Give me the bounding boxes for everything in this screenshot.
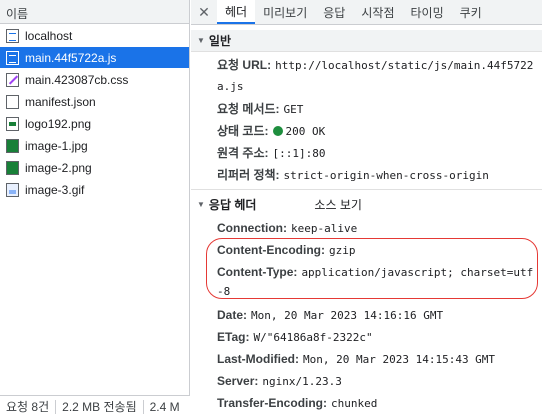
date-label: Date: xyxy=(217,308,248,322)
request-name: logo192.png xyxy=(25,116,92,131)
content-encoding-value: gzip xyxy=(328,244,356,257)
request-url-label: 요청 URL: xyxy=(217,58,272,72)
resources-size: 2.4 M xyxy=(149,399,180,414)
referrer-policy-label: 리퍼러 정책: xyxy=(217,168,280,182)
last-modified-value: Mon, 20 Mar 2023 14:15:43 GMT xyxy=(303,353,496,366)
etag-label: ETag: xyxy=(217,330,250,344)
request-row-main-css[interactable]: main.423087cb.css xyxy=(0,69,189,90)
status-code-label: 상태 코드: xyxy=(217,124,269,138)
referrer-policy-value: strict-origin-when-cross-origin xyxy=(283,169,489,182)
request-name: image-1.jpg xyxy=(25,138,88,153)
server-value: nginx/1.23.3 xyxy=(262,375,342,388)
last-modified-row: Last-Modified: Mon, 20 Mar 2023 14:15:43 … xyxy=(217,348,537,371)
tab-timing[interactable]: 타이밍 xyxy=(402,0,451,24)
request-name: main.423087cb.css xyxy=(25,72,129,87)
request-row-image-2[interactable]: image-2.png xyxy=(0,157,189,178)
tab-headers[interactable]: 헤더 xyxy=(217,0,256,24)
collapse-triangle-icon: ▼ xyxy=(197,199,205,209)
tab-initiator[interactable]: 시작점 xyxy=(353,0,402,24)
response-headers-title: 응답 헤더 xyxy=(208,197,257,212)
image-icon xyxy=(6,160,19,175)
remote-address-value: [::1]:80 xyxy=(272,147,326,160)
request-list-panel: 이름 localhost main.44f5722a.js main.42308… xyxy=(0,0,190,417)
content-encoding-row: Content-Encoding: gzip xyxy=(217,239,537,262)
connection-label: Connection: xyxy=(217,221,287,235)
request-name: localhost xyxy=(25,28,73,43)
view-source-link[interactable]: 소스 보기 xyxy=(314,196,362,213)
request-name: main.44f5722a.js xyxy=(25,50,117,65)
request-row-image-1[interactable]: image-1.jpg xyxy=(0,135,189,156)
remote-address-row: 원격 주소: [::1]:80 xyxy=(217,142,537,165)
request-row-logo192[interactable]: logo192.png xyxy=(0,113,189,134)
tab-response[interactable]: 응답 xyxy=(315,0,353,24)
request-url-value: http://localhost/static/js/main.44f5722 xyxy=(275,59,534,72)
close-icon[interactable]: ✕ xyxy=(191,0,217,24)
request-row-localhost[interactable]: localhost xyxy=(0,25,189,46)
request-method-label: 요청 메서드: xyxy=(217,102,280,116)
request-row-manifest[interactable]: manifest.json xyxy=(0,91,189,112)
request-url-row: 요청 URL: http://localhost/static/js/main.4… xyxy=(217,54,537,77)
name-column-header[interactable]: 이름 xyxy=(0,0,189,24)
stylesheet-icon xyxy=(6,72,19,87)
request-method-row: 요청 메서드: GET xyxy=(217,98,537,121)
section-divider xyxy=(191,189,542,190)
remote-address-label: 원격 주소: xyxy=(217,146,269,160)
last-modified-label: Last-Modified: xyxy=(217,352,299,366)
request-method-value: GET xyxy=(283,103,304,116)
image-icon xyxy=(6,138,19,153)
transfer-encoding-value: chunked xyxy=(331,397,378,410)
etag-value: W/"64186a8f-2322c" xyxy=(253,331,373,344)
connection-value: keep-alive xyxy=(291,222,358,235)
request-name: image-2.png xyxy=(25,160,92,175)
server-row: Server: nginx/1.23.3 xyxy=(217,370,537,393)
status-code-value: 200 OK xyxy=(285,125,326,138)
request-name: image-3.gif xyxy=(25,182,85,197)
connection-row: Connection: keep-alive xyxy=(217,217,537,240)
gif-image-icon xyxy=(6,182,19,197)
transfer-encoding-label: Transfer-Encoding: xyxy=(217,396,328,410)
png-image-icon xyxy=(6,116,19,131)
transfer-encoding-row: Transfer-Encoding: chunked xyxy=(217,392,537,415)
content-type-value: application/javascript; charset=utf xyxy=(301,266,534,279)
status-ok-icon xyxy=(272,126,283,136)
script-icon xyxy=(6,50,19,65)
response-headers-section-header[interactable]: ▼ 응답 헤더 소스 보기 xyxy=(191,193,542,215)
status-code-row: 상태 코드: 200 OK xyxy=(217,120,537,143)
status-bar: 요청 8건 2.2 MB 전송됨 2.4 M xyxy=(0,395,190,417)
referrer-policy-row: 리퍼러 정책: strict-origin-when-cross-origin xyxy=(217,164,537,187)
general-title: 일반 xyxy=(208,34,232,48)
content-type-label: Content-Type: xyxy=(217,265,298,279)
tab-cookies[interactable]: 쿠키 xyxy=(452,0,490,24)
etag-row: ETag: W/"64186a8f-2322c" xyxy=(217,326,537,349)
request-row-main-js[interactable]: main.44f5722a.js xyxy=(0,47,189,68)
general-section-header[interactable]: ▼ 일반 xyxy=(191,30,542,52)
server-label: Server: xyxy=(217,374,259,388)
request-url-continued: a.js xyxy=(217,80,244,93)
details-tab-bar: ✕ 헤더 미리보기 응답 시작점 타이밍 쿠키 xyxy=(191,0,542,25)
transferred-size: 2.2 MB 전송됨 xyxy=(62,400,137,414)
tab-preview[interactable]: 미리보기 xyxy=(255,0,315,24)
date-value: Mon, 20 Mar 2023 14:16:16 GMT xyxy=(251,309,444,322)
request-details-panel: ✕ 헤더 미리보기 응답 시작점 타이밍 쿠키 ▼ 일반 요청 URL: http… xyxy=(191,0,542,417)
document-icon xyxy=(6,28,19,43)
request-count: 요청 8건 xyxy=(6,400,50,414)
collapse-triangle-icon: ▼ xyxy=(197,36,205,45)
content-type-continued: -8 xyxy=(217,285,231,298)
date-row: Date: Mon, 20 Mar 2023 14:16:16 GMT xyxy=(217,304,537,327)
request-name: manifest.json xyxy=(25,94,96,109)
file-icon xyxy=(6,94,19,109)
content-encoding-label: Content-Encoding: xyxy=(217,243,325,257)
request-row-image-3[interactable]: image-3.gif xyxy=(0,179,189,200)
